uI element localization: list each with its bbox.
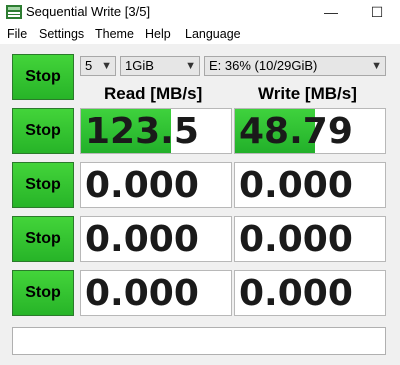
read-value: 0.000 bbox=[85, 165, 199, 206]
size-select[interactable]: 1GiB ▼ bbox=[120, 56, 200, 76]
read-result-cell: 0.000 bbox=[80, 162, 232, 208]
write-value: 48.79 bbox=[239, 111, 353, 152]
minimize-button[interactable]: — bbox=[308, 0, 354, 24]
write-result-cell: 0.000 bbox=[234, 216, 386, 262]
menu-theme[interactable]: Theme bbox=[95, 27, 134, 41]
read-result-cell: 0.000 bbox=[80, 270, 232, 316]
rnd-q32-stop-button[interactable]: Stop bbox=[12, 216, 74, 262]
read-header: Read [MB/s] bbox=[104, 84, 203, 103]
maximize-button[interactable]: ☐ bbox=[354, 0, 400, 24]
all-stop-button[interactable]: Stop bbox=[12, 54, 74, 100]
crystaldiskmark-app-icon bbox=[6, 5, 22, 19]
read-result-cell: 0.000 bbox=[80, 216, 232, 262]
menu-bar: File Settings Theme Help Language bbox=[0, 24, 400, 44]
write-result-cell: 48.79 bbox=[234, 108, 386, 154]
drive-value: E: 36% (10/29GiB) bbox=[209, 58, 318, 73]
window-title: Sequential Write [3/5] bbox=[26, 4, 151, 19]
count-value: 5 bbox=[85, 58, 93, 73]
rnd-q1-stop-button[interactable]: Stop bbox=[12, 270, 74, 316]
seq-q1-stop-button[interactable]: Stop bbox=[12, 162, 74, 208]
chevron-down-icon: ▼ bbox=[185, 60, 196, 72]
count-select[interactable]: 5 ▼ bbox=[80, 56, 116, 76]
read-value: 0.000 bbox=[85, 219, 199, 260]
title-bar: Sequential Write [3/5] — ☐ ✕ bbox=[0, 0, 400, 24]
seq-stop-button[interactable]: Stop bbox=[12, 108, 74, 154]
write-result-cell: 0.000 bbox=[234, 270, 386, 316]
menu-help[interactable]: Help bbox=[145, 27, 171, 41]
write-value: 0.000 bbox=[239, 273, 353, 314]
read-value: 123.5 bbox=[85, 111, 199, 152]
size-value: 1GiB bbox=[125, 58, 154, 73]
drive-select[interactable]: E: 36% (10/29GiB) ▼ bbox=[204, 56, 386, 76]
read-value: 0.000 bbox=[85, 273, 199, 314]
menu-language[interactable]: Language bbox=[185, 27, 241, 41]
chevron-down-icon: ▼ bbox=[371, 60, 382, 72]
menu-file[interactable]: File bbox=[7, 27, 27, 41]
menu-settings[interactable]: Settings bbox=[39, 27, 84, 41]
status-bar bbox=[12, 327, 386, 355]
write-result-cell: 0.000 bbox=[234, 162, 386, 208]
chevron-down-icon: ▼ bbox=[101, 60, 112, 72]
read-result-cell: 123.5 bbox=[80, 108, 232, 154]
write-value: 0.000 bbox=[239, 219, 353, 260]
write-value: 0.000 bbox=[239, 165, 353, 206]
write-header: Write [MB/s] bbox=[258, 84, 357, 103]
